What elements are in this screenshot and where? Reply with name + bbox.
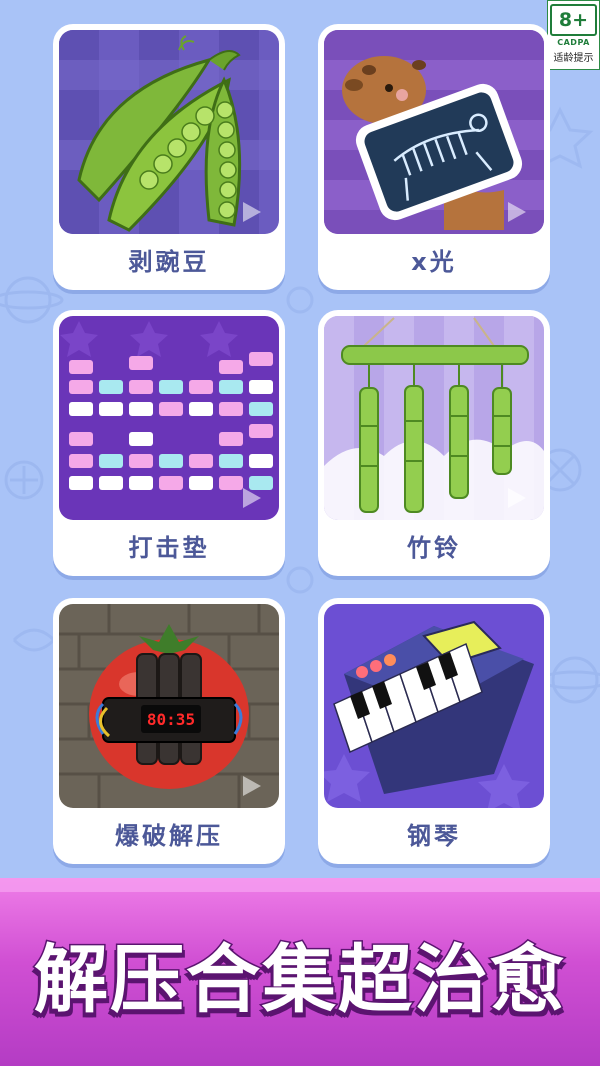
play-icon — [243, 202, 261, 222]
bamboo-chime-icon — [324, 316, 544, 520]
bomb-timer-text: 80:35 — [147, 710, 195, 729]
age-rating-badge: 8+ CADPA 适龄提示 — [547, 0, 600, 70]
game-card-label: 钢琴 — [407, 822, 461, 850]
game-card-piano[interactable]: 钢琴 — [318, 598, 550, 864]
capybara-xray-icon — [324, 30, 544, 234]
banner-top-strip — [0, 878, 600, 892]
age-rating-value: 8+ — [550, 4, 597, 36]
pea-pods-icon — [59, 30, 279, 234]
age-rating-caption: 适龄提示 — [553, 53, 594, 64]
game-card-tomato-bomb[interactable]: 80:35 爆破解压 — [53, 598, 285, 864]
game-card-label: 打击垫 — [128, 534, 210, 562]
tomato-bomb-icon: 80:35 — [59, 604, 279, 808]
drum-pad-icon — [59, 316, 279, 520]
game-card-label: 竹铃 — [407, 534, 461, 562]
piano-icon — [324, 604, 544, 808]
play-icon — [243, 488, 261, 508]
promo-banner: 解压合集超治愈 — [0, 878, 600, 1066]
play-icon — [508, 488, 526, 508]
game-card-bamboo-chime[interactable]: 竹铃 — [318, 310, 550, 576]
game-card-label: 剥豌豆 — [128, 248, 210, 276]
game-card-peas[interactable]: 剥豌豆 — [53, 24, 285, 290]
game-card-label: 爆破解压 — [115, 822, 223, 850]
age-rating-organization: CADPA — [557, 38, 590, 47]
banner-title: 解压合集超治愈 — [33, 936, 566, 1025]
play-icon — [243, 776, 261, 796]
game-card-drum-pad[interactable]: 打击垫 — [53, 310, 285, 576]
game-card-label: x光 — [411, 248, 457, 276]
game-card-xray[interactable]: x光 — [318, 24, 550, 290]
play-icon — [508, 202, 526, 222]
